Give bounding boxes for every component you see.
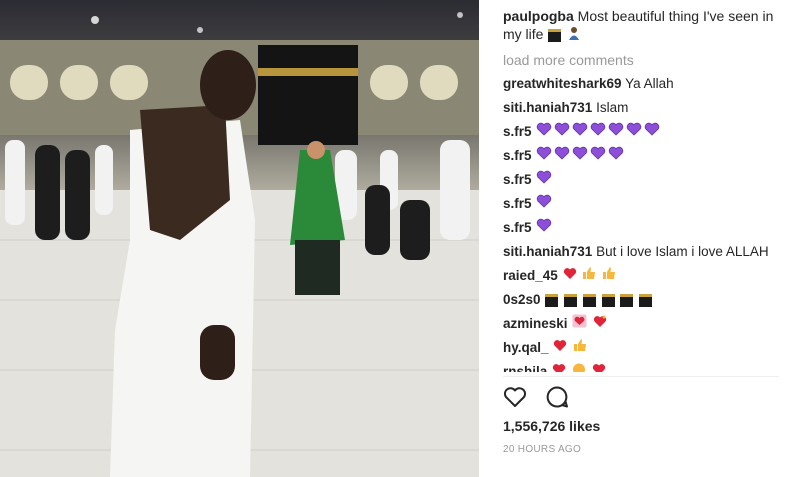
- purple-heart-icon: [626, 122, 642, 142]
- praying-person-icon: [567, 26, 581, 44]
- load-more-comments-link[interactable]: load more comments: [503, 50, 793, 74]
- comment-text: But i love Islam i love ALLAH: [596, 244, 769, 259]
- purple-heart-icon: [536, 122, 552, 142]
- comment-username[interactable]: raied_45: [503, 268, 558, 283]
- comment-username[interactable]: siti.haniah731: [503, 244, 592, 259]
- comment-item: hy.qal_: [503, 338, 793, 362]
- comment-item: greatwhiteshark69 Ya Allah: [503, 74, 793, 98]
- kaaba-icon: [601, 293, 615, 307]
- purple-hearts-emoji: [535, 170, 553, 190]
- purple-hearts-emoji: [535, 122, 661, 142]
- purple-hearts-emoji: [535, 218, 553, 238]
- purple-heart-icon: [608, 122, 624, 142]
- post-caption: paulpogba Most beautiful thing I've seen…: [503, 7, 783, 44]
- red-heart-icon: [553, 338, 567, 358]
- comment-username[interactable]: s.fr5: [503, 172, 532, 187]
- purple-heart-icon: [554, 122, 570, 142]
- comment-item: s.fr5: [503, 218, 793, 242]
- post-sidebar: paulpogba Most beautiful thing I've seen…: [480, 0, 799, 477]
- comment-text: Islam: [596, 100, 629, 115]
- comment-list[interactable]: load more comments greatwhiteshark69 Ya …: [503, 50, 793, 372]
- comment-item: s.fr5: [503, 122, 793, 146]
- comment-item: 0s2s0: [503, 290, 793, 314]
- comment-text: Ya Allah: [625, 76, 674, 91]
- likes-count[interactable]: 1,556,726 likes: [503, 418, 600, 434]
- thumbs-up-icon: [602, 266, 616, 286]
- comment-item: s.fr5: [503, 146, 793, 170]
- comment-username[interactable]: greatwhiteshark69: [503, 76, 622, 91]
- comment-username[interactable]: azmineski: [503, 316, 568, 331]
- heart-ribbon-icon: [572, 314, 587, 334]
- post-photo[interactable]: [0, 0, 479, 477]
- purple-heart-icon: [572, 146, 588, 166]
- comment-item: siti.haniah731 But i love Islam i love A…: [503, 242, 793, 266]
- red-heart-icon: [563, 266, 577, 286]
- purple-heart-icon: [554, 146, 570, 166]
- kaaba-icon: [564, 293, 578, 307]
- comment-username[interactable]: s.fr5: [503, 196, 532, 211]
- sparkling-heart-icon: [593, 314, 607, 334]
- thumbs-up-icon: [573, 338, 587, 358]
- kaaba-icon: [620, 293, 634, 307]
- comment-item: s.fr5: [503, 170, 793, 194]
- comment-bubble-icon[interactable]: [544, 384, 570, 410]
- red-heart-icon: [592, 362, 606, 372]
- purple-heart-icon: [590, 122, 606, 142]
- purple-heart-icon: [644, 122, 660, 142]
- comment-username[interactable]: s.fr5: [503, 220, 532, 235]
- comment-item: azmineski: [503, 314, 793, 338]
- kaaba-icon: [545, 293, 559, 307]
- comment-username[interactable]: hy.qal_: [503, 340, 549, 355]
- kaaba-icon: [548, 28, 562, 42]
- purple-heart-icon: [536, 194, 552, 214]
- purple-hearts-emoji: [535, 146, 625, 166]
- cat-heart-eyes-icon: [572, 362, 586, 372]
- purple-heart-icon: [572, 122, 588, 142]
- post-actions: [502, 384, 582, 410]
- purple-heart-icon: [608, 146, 624, 166]
- purple-heart-icon: [536, 170, 552, 190]
- post-timestamp[interactable]: 20 HOURS AGO: [503, 444, 581, 455]
- purple-heart-icon: [536, 146, 552, 166]
- purple-heart-icon: [536, 218, 552, 238]
- comment-item: siti.haniah731 Islam: [503, 98, 793, 122]
- divider: [503, 376, 779, 377]
- comment-item: rnshila: [503, 362, 793, 372]
- comment-username[interactable]: rnshila: [503, 364, 547, 372]
- red-heart-icon: [552, 362, 566, 372]
- photo-illustration: [0, 12, 479, 477]
- caption-username[interactable]: paulpogba: [503, 8, 574, 24]
- like-heart-icon[interactable]: [502, 384, 528, 410]
- comment-username[interactable]: 0s2s0: [503, 292, 541, 307]
- thumbs-up-icon: [582, 266, 596, 286]
- comment-username[interactable]: s.fr5: [503, 124, 532, 139]
- comment-item: raied_45: [503, 266, 793, 290]
- comment-username[interactable]: s.fr5: [503, 148, 532, 163]
- kaaba-icon: [582, 293, 596, 307]
- purple-hearts-emoji: [535, 194, 553, 214]
- comment-item: s.fr5: [503, 194, 793, 218]
- comment-username[interactable]: siti.haniah731: [503, 100, 592, 115]
- kaaba-icon: [639, 293, 653, 307]
- purple-heart-icon: [590, 146, 606, 166]
